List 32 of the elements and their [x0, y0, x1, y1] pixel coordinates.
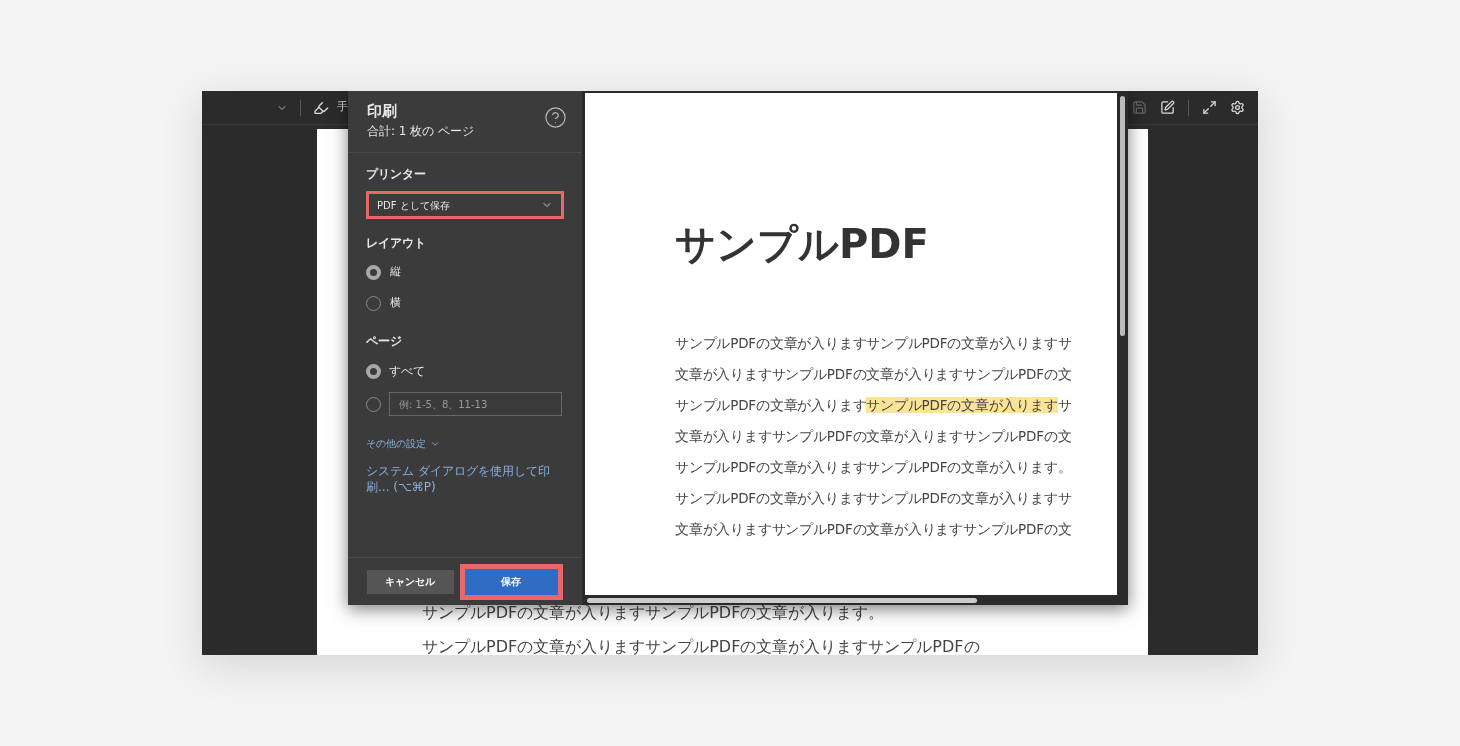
document-text-line: サンプルPDFの文章が入りますサンプルPDFの文章が入りますサンプルPDFの	[422, 639, 981, 655]
preview-text-line: 文章が入りますサンプルPDFの文章が入りますサンプルPDFの文	[675, 365, 1073, 384]
layout-label: レイアウト	[366, 235, 427, 252]
preview-heading: サンプルPDF	[675, 220, 930, 268]
preview-text-line: サンプルPDFの文章が入りますサンプルPDFの文章が入りますサ	[675, 334, 1073, 353]
edit-icon[interactable]	[1160, 100, 1175, 115]
page-count: 合計: 1 枚の ページ	[367, 123, 475, 140]
highlighter-icon[interactable]	[313, 99, 329, 116]
orientation-option[interactable]: 縦	[390, 264, 401, 281]
draw-tool-button[interactable]: 手	[337, 99, 348, 116]
cancel-button[interactable]: キャンセル	[367, 569, 454, 594]
preview-text-line: サンプルPDFの文章が入りますサンプルPDFの文章が入りますサ	[675, 396, 1073, 415]
radio-button[interactable]	[366, 363, 381, 379]
settings-icon[interactable]	[1230, 100, 1245, 115]
save-button[interactable]: 保存	[459, 563, 563, 600]
printer-select[interactable]: PDF として保存	[366, 191, 564, 219]
dialog-title: 印刷	[367, 101, 398, 121]
orientation-option[interactable]: 横	[390, 295, 401, 312]
radio-button[interactable]	[366, 265, 381, 280]
preview-text-line: 文章が入りますサンプルPDFの文章が入りますサンプルPDFの文	[675, 427, 1073, 446]
more-settings-link[interactable]: その他の設定	[366, 436, 426, 451]
system-dialog-link[interactable]: システム ダイアログを使用して印刷... (⌥⌘P)	[366, 463, 564, 495]
expand-icon[interactable]	[1202, 100, 1217, 115]
pages-label: ページ	[366, 333, 403, 350]
preview-text-line: サンプルPDFの文章が入りますサンプルPDFの文章が入ります。	[675, 458, 1073, 477]
preview-text-line: サンプルPDFの文章が入りますサンプルPDFの文章が入りますサ	[675, 489, 1073, 508]
page-range-field[interactable]: 例: 1-5、8、11-13	[389, 392, 562, 416]
all-pages-option[interactable]: すべて	[389, 362, 425, 380]
help-icon[interactable]	[544, 106, 567, 129]
preview-text-line: 文章が入りますサンプルPDFの文章が入りますサンプルPDFの文	[675, 520, 1073, 539]
printer-label: プリンター	[366, 166, 427, 183]
document-text-line: サンプルPDFの文章が入りますサンプルPDFの文章が入ります。	[422, 605, 886, 621]
